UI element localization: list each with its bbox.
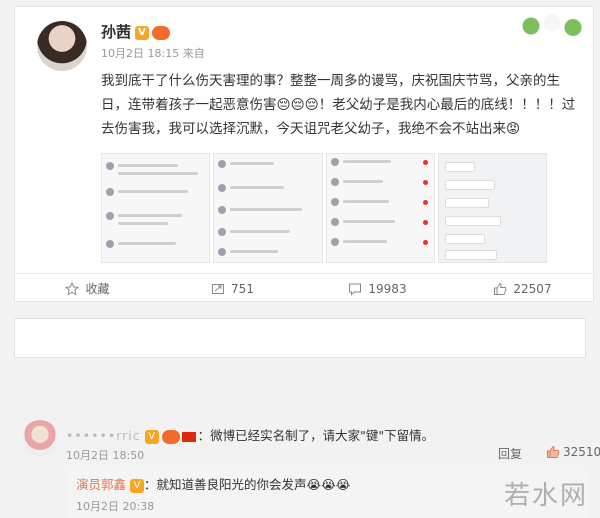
post-images	[101, 153, 547, 263]
sub-reply-line: 演员郭鑫 V ：就知道善良阳光的你会发声😭😭😭	[76, 474, 350, 493]
favorite-button[interactable]: 收藏	[15, 274, 160, 303]
like-count: 22507	[513, 281, 552, 296]
verified-badge-icon: V	[144, 429, 159, 444]
sub-reply-user[interactable]: 演员郭鑫	[76, 477, 126, 492]
author-name[interactable]: 孙茜	[101, 23, 131, 41]
author-avatar[interactable]	[37, 21, 87, 71]
vip-badge-icon	[161, 429, 180, 444]
commenter-avatar[interactable]	[22, 420, 58, 456]
post-image[interactable]	[101, 153, 211, 263]
sub-reply-text: ：就知道善良阳光的你会发声😭😭😭	[144, 477, 351, 492]
thumbs-up-icon	[547, 445, 560, 458]
post-image[interactable]	[437, 153, 547, 263]
comment-text: ：微博已经实名制了，请大家"键"下留情。	[197, 428, 435, 443]
comment-item: ••••••rric V ：微博已经实名制了，请大家"键"下留情。 10月2日 18…	[14, 400, 600, 518]
comment-meta: 10月2日 18:50	[66, 449, 145, 462]
favorite-label: 收藏	[85, 282, 110, 296]
forward-count: 751	[231, 281, 254, 296]
comment-line: ••••••rric V ：微博已经实名制了，请大家"键"下留情。	[66, 425, 434, 444]
sub-reply-meta: 10月2日 20:38	[76, 500, 155, 513]
post-image[interactable]	[325, 153, 435, 263]
reply-button[interactable]: 回复	[498, 445, 522, 462]
commenter-name[interactable]: ••••••rric	[66, 428, 141, 443]
verified-badge-icon: V	[135, 25, 150, 40]
thumbs-up-icon	[494, 282, 507, 295]
comment-count: 19983	[368, 281, 407, 296]
star-icon	[65, 281, 80, 296]
comment-icon	[349, 283, 362, 296]
post-text: 我到底干了什么伤天害理的事？整整一周多的谩骂，庆祝国庆节骂，父亲的生日，连带着孩…	[101, 73, 576, 137]
vip-badge-icon	[152, 25, 171, 40]
blank-comment-input-bar[interactable]	[14, 318, 586, 358]
post-meta: 10月2日 18:15 来自	[101, 47, 205, 60]
china-flag-icon	[181, 431, 196, 442]
post-image[interactable]	[213, 153, 323, 263]
comment-like-count: 32510	[563, 445, 600, 459]
comment-button[interactable]: 19983	[305, 274, 450, 303]
forward-button[interactable]: 751	[160, 274, 305, 303]
author-name-row: 孙茜 V	[101, 21, 171, 42]
like-button[interactable]: 22507	[450, 274, 595, 303]
verified-badge-icon: V	[130, 478, 145, 493]
forward-icon	[212, 283, 225, 294]
watermark: 若水网	[503, 481, 588, 511]
comment-like-button[interactable]: 32510	[546, 445, 600, 459]
post-action-bar: 收藏 751 19983 22507	[15, 273, 595, 303]
decorative-sticker-icon	[517, 11, 587, 41]
weibo-post-card: 孙茜 V 10月2日 18:15 来自 我到底干了什么伤天害理的事？整整一周多的谩…	[14, 6, 595, 303]
